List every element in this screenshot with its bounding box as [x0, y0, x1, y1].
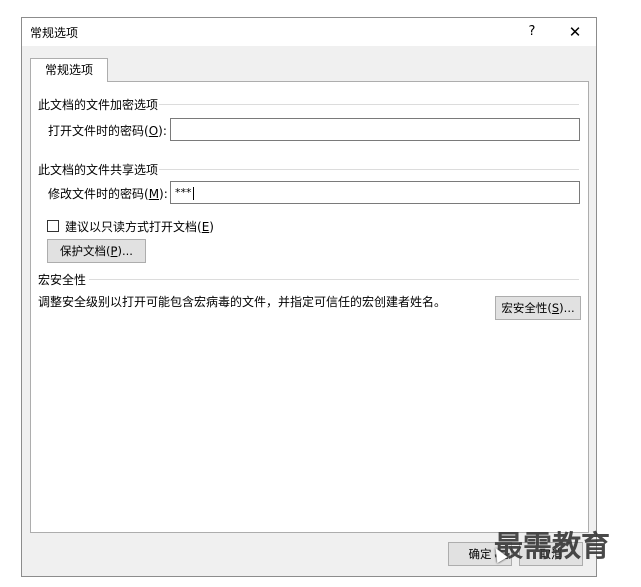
help-button[interactable]: ?: [519, 21, 545, 43]
readonly-label[interactable]: 建议以只读方式打开文档(E): [65, 218, 214, 235]
macro-security-button[interactable]: 宏安全性(S)...: [495, 296, 581, 320]
tab-general-options[interactable]: 常规选项: [30, 58, 108, 82]
text-caret: [192, 186, 194, 200]
dialog-title: 常规选项: [30, 26, 79, 40]
modify-password-value: ***: [175, 186, 192, 199]
modify-password-input[interactable]: ***: [170, 181, 580, 204]
protect-document-button[interactable]: 保护文档(P)...: [47, 239, 146, 263]
macro-group-title: 宏安全性: [38, 273, 87, 287]
share-group-divider: [159, 169, 579, 170]
open-password-label: 打开文件时的密码(O):: [48, 124, 167, 138]
general-options-dialog: 常规选项 ? ✕ 常规选项 此文档的文件加密选项 打开文件时的密码(O): 此文…: [21, 17, 597, 577]
watermark-logo: 最需教育: [494, 529, 611, 563]
title-bar: 常规选项 ? ✕: [22, 18, 596, 46]
modify-password-label: 修改文件时的密码(M):: [48, 187, 168, 201]
open-password-input[interactable]: [170, 118, 580, 141]
encrypt-group-divider: [159, 104, 579, 105]
close-button[interactable]: ✕: [560, 21, 590, 43]
readonly-checkbox[interactable]: [47, 220, 59, 232]
macro-group-divider: [89, 279, 579, 280]
macro-description: 调整安全级别以打开可能包含宏病毒的文件，并指定可信任的宏创建者姓名。: [38, 295, 447, 309]
share-group-title: 此文档的文件共享选项: [38, 163, 159, 177]
tab-panel: 此文档的文件加密选项 打开文件时的密码(O): 此文档的文件共享选项 修改文件时…: [30, 81, 589, 533]
encrypt-group-title: 此文档的文件加密选项: [38, 98, 159, 112]
